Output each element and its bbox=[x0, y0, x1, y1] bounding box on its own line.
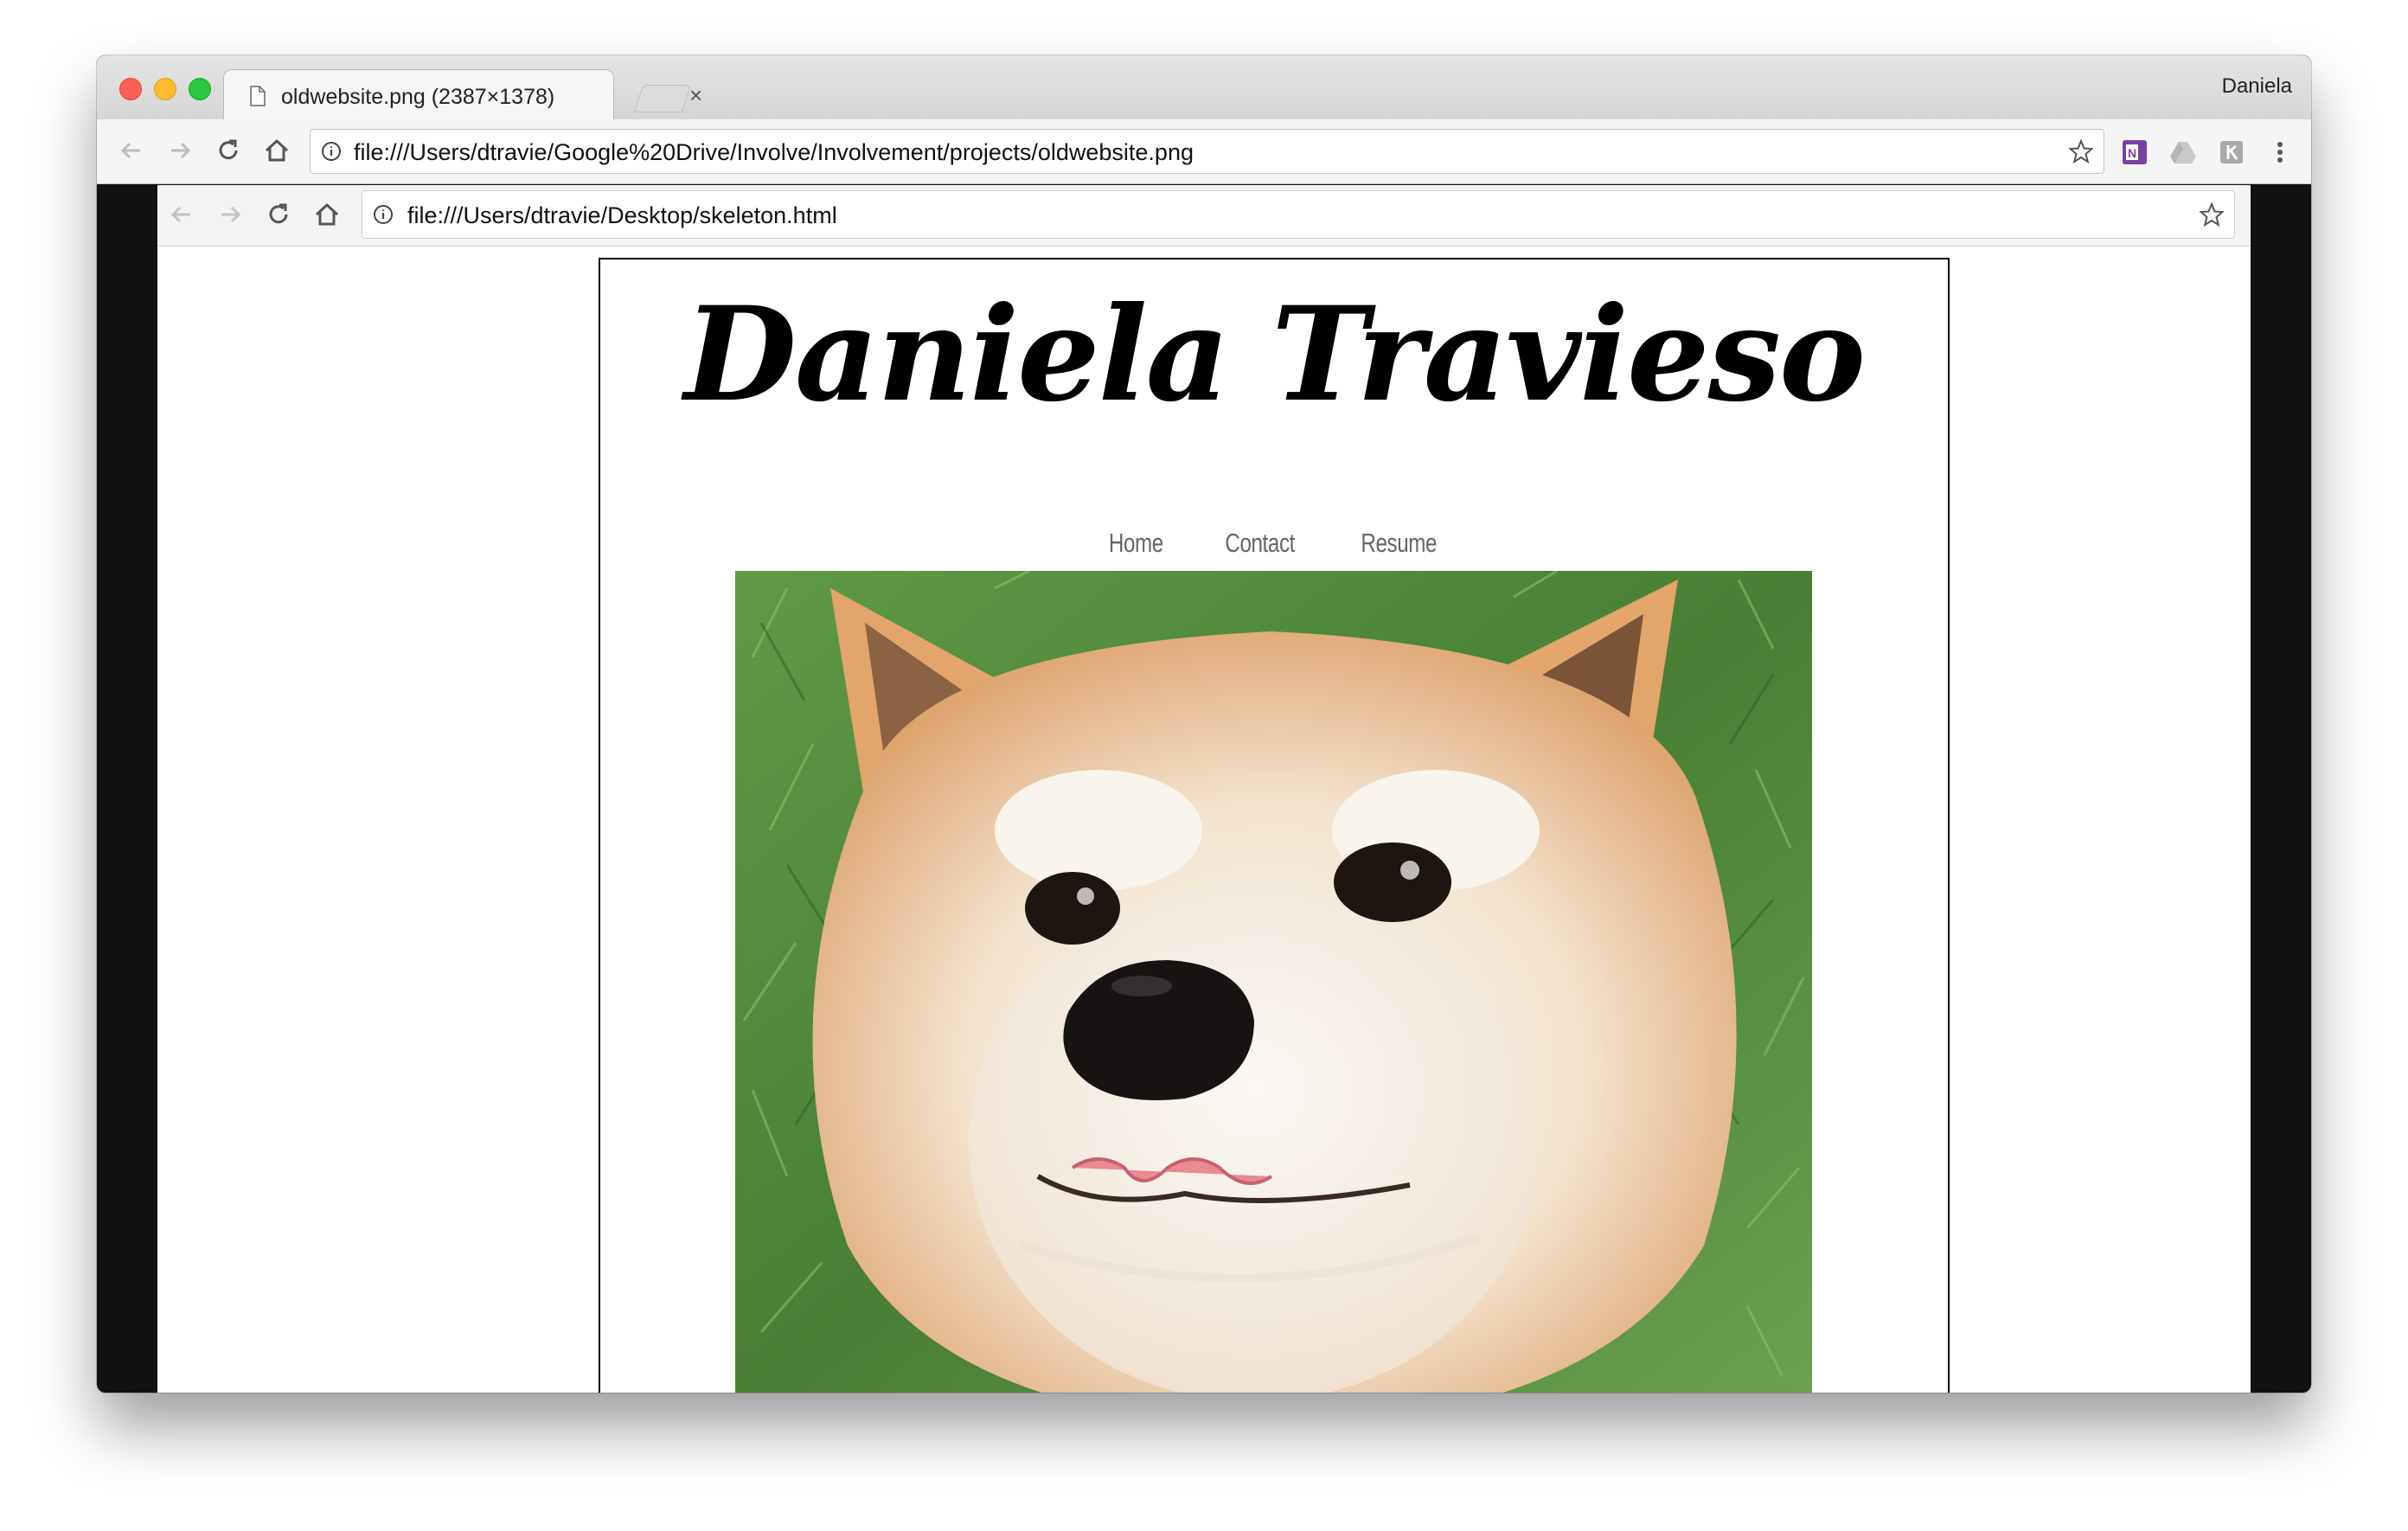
browser-toolbar: file:///Users/dtravie/Google%20Drive/Inv… bbox=[97, 119, 2311, 184]
profile-name[interactable]: Daniela bbox=[2222, 74, 2292, 99]
inner-address-url: file:///Users/dtravie/Desktop/skeleton.h… bbox=[407, 202, 837, 228]
inner-back-icon bbox=[170, 206, 190, 223]
svg-text:N: N bbox=[2128, 146, 2136, 160]
home-icon[interactable] bbox=[259, 133, 294, 168]
drive-icon[interactable] bbox=[2169, 138, 2197, 166]
extension-icon[interactable] bbox=[2218, 138, 2245, 166]
tab-oldwebsite[interactable]: oldwebsite.png (2387×1378) × bbox=[223, 69, 702, 122]
inner-forward-icon bbox=[221, 206, 241, 223]
shiba-dog-image bbox=[735, 571, 1812, 1393]
menu-icon[interactable] bbox=[2266, 138, 2294, 166]
back-icon[interactable] bbox=[114, 133, 149, 168]
inner-star-icon bbox=[2200, 202, 2224, 227]
onenote-icon[interactable]: N bbox=[2121, 138, 2149, 166]
info-icon[interactable] bbox=[321, 141, 342, 162]
tab-strip: oldwebsite.png (2387×1378) × Daniela bbox=[97, 55, 2311, 122]
forward-icon[interactable] bbox=[163, 133, 197, 168]
minimize-window-button[interactable] bbox=[154, 78, 176, 100]
inner-home-icon bbox=[315, 202, 339, 226]
inner-address-bar: file:///Users/dtravie/Desktop/skeleton.h… bbox=[362, 190, 2235, 239]
site-title: Daniela Travieso bbox=[683, 279, 1866, 431]
inner-browser-toolbar: file:///Users/dtravie/Desktop/skeleton.h… bbox=[157, 185, 2251, 247]
bookmark-star-icon[interactable] bbox=[2069, 139, 2093, 163]
address-bar[interactable]: file:///Users/dtravie/Google%20Drive/Inv… bbox=[310, 129, 2104, 174]
nav-resume: Resume bbox=[1361, 528, 1437, 558]
new-tab-button[interactable] bbox=[633, 85, 692, 112]
inner-reload-icon bbox=[269, 203, 288, 224]
close-window-button[interactable] bbox=[119, 78, 142, 100]
address-url[interactable]: file:///Users/dtravie/Google%20Drive/Inv… bbox=[354, 139, 1194, 166]
tab-title: oldwebsite.png (2387×1378) bbox=[281, 85, 555, 109]
nav-contact: Contact bbox=[1225, 528, 1296, 558]
browser-window: oldwebsite.png (2387×1378) × Daniela fil… bbox=[97, 55, 2311, 1393]
reload-icon[interactable] bbox=[211, 133, 246, 168]
tab-close-icon[interactable]: × bbox=[689, 82, 702, 108]
document-icon bbox=[250, 86, 266, 106]
inner-info-icon bbox=[374, 205, 393, 224]
site-content-box: Daniela Travieso Home Contact Resume bbox=[599, 258, 1950, 1393]
nav-home: Home bbox=[1108, 528, 1163, 558]
screenshot-image: file:///Users/dtravie/Desktop/skeleton.h… bbox=[157, 185, 2251, 1393]
maximize-window-button[interactable] bbox=[189, 78, 211, 100]
site-nav: Home Contact Resume bbox=[600, 528, 1948, 559]
